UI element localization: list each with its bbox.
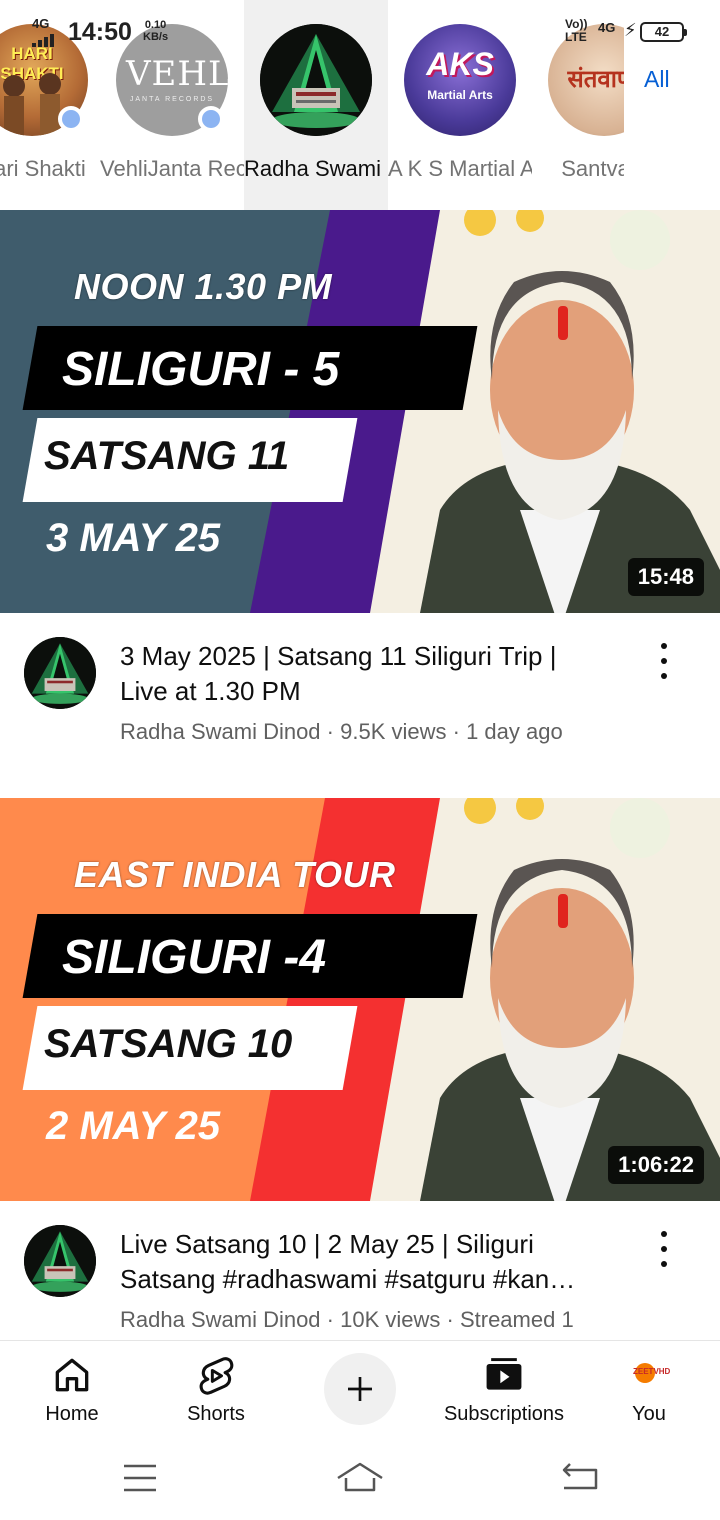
video-duration-badge: 15:48 <box>627 558 704 596</box>
view-count: 10K views <box>340 1307 441 1332</box>
video-thumbnail[interactable]: NOON 1.30 PM SILIGURI - 5 SATSANG 11 3 M… <box>0 210 720 613</box>
channel-avatar[interactable] <box>24 637 96 709</box>
nav-subscriptions[interactable]: Subscriptions <box>434 1341 574 1441</box>
channel-avatar: AKS Martial Arts <box>404 24 516 136</box>
channel-avatar <box>260 24 372 136</box>
thumbnail-line2: SATSANG 10 <box>44 1022 293 1066</box>
new-content-dot <box>58 106 84 132</box>
channel-name: VehliJanta Records <box>100 156 244 181</box>
create-button[interactable] <box>324 1353 396 1425</box>
nav-shorts-label: Shorts <box>187 1403 245 1425</box>
thumbnail-tag: NOON 1.30 PM <box>74 266 333 307</box>
home-icon <box>55 1358 89 1392</box>
video-duration-badge: 1:06:22 <box>608 1146 704 1184</box>
pyramid-logo-icon <box>24 637 96 709</box>
thumbnail-line2: SATSANG 11 <box>44 434 290 478</box>
channel-chip-hari-shakti[interactable]: HARI SHAKTI Hari Shakti <box>0 0 104 210</box>
nav-you[interactable]: ZEETVHD You <box>604 1341 694 1441</box>
nav-home[interactable]: Home <box>22 1341 122 1441</box>
shorts-icon <box>199 1357 234 1395</box>
video-card[interactable]: EAST INDIA TOUR SILIGURI -4 SATSANG 10 2… <box>0 798 720 1358</box>
channel-name: A K S Martial Arts <box>388 156 532 181</box>
account-avatar: ZEETVHD <box>629 1353 670 1393</box>
subscriptions-icon <box>486 1358 522 1390</box>
pyramid-logo-icon <box>24 1225 96 1297</box>
all-channels-link[interactable]: All <box>644 66 670 93</box>
video-subtitle: Radha Swami Dinod · 10K views · Streamed… <box>120 1307 574 1332</box>
channel-chip-radha-swami-dinod[interactable]: Radha Swami Dinod <box>244 0 388 210</box>
view-count: 9.5K views <box>340 719 447 744</box>
menu-icon[interactable] <box>112 1456 168 1500</box>
all-channels-area <box>624 0 720 210</box>
channel-chip-aks-martial-arts[interactable]: AKS Martial Arts A K S Martial Arts <box>388 0 532 210</box>
channel-name: Hari Shakti <box>0 156 86 181</box>
video-subtitle: Radha Swami Dinod · 9.5K views · 1 day a… <box>120 719 563 744</box>
video-thumbnail[interactable]: EAST INDIA TOUR SILIGURI -4 SATSANG 10 2… <box>0 798 720 1201</box>
thumbnail-line1: SILIGURI - 5 <box>62 343 340 396</box>
bottom-navigation: Home Shorts Subscriptions ZEETVHD You <box>0 1340 720 1440</box>
video-card[interactable]: NOON 1.30 PM SILIGURI - 5 SATSANG 11 3 M… <box>0 210 720 770</box>
system-home-icon[interactable] <box>332 1456 388 1500</box>
thumbnail-date: 2 MAY 25 <box>46 1104 221 1148</box>
channel-avatar[interactable] <box>24 1225 96 1297</box>
more-vert-icon[interactable] <box>648 639 680 683</box>
video-title[interactable]: Live Satsang 10 | 2 May 25 | Siliguri Sa… <box>120 1227 630 1297</box>
channel-name: Radha Swami Dinod <box>244 156 388 181</box>
video-meta: Live Satsang 10 | 2 May 25 | Siliguri Sa… <box>0 1201 720 1351</box>
system-navigation-bar <box>0 1440 720 1520</box>
nav-home-label: Home <box>45 1403 99 1425</box>
thumbnail-line1: SILIGURI -4 <box>62 931 327 984</box>
pyramid-logo-icon <box>260 24 372 136</box>
channel-chip-vehlijanta[interactable]: VEHLI JANTA RECORDS VehliJanta Records <box>100 0 244 210</box>
more-vert-icon[interactable] <box>648 1227 680 1271</box>
upload-age: 1 day ago <box>466 719 563 744</box>
video-title[interactable]: 3 May 2025 | Satsang 11 Siliguri Trip | … <box>120 639 630 709</box>
upload-age: Streamed 1 <box>459 1307 574 1332</box>
channel-name: Radha Swami Dinod <box>120 1307 321 1332</box>
new-content-dot <box>198 106 224 132</box>
nav-you-label: You <box>632 1403 666 1425</box>
subscriptions-channel-strip: HARI SHAKTI Hari Shakti VEHLI JANTA RECO… <box>0 0 720 210</box>
back-icon[interactable] <box>552 1456 608 1500</box>
video-meta: 3 May 2025 | Satsang 11 Siliguri Trip | … <box>0 613 720 763</box>
thumbnail-tag: EAST INDIA TOUR <box>74 854 396 895</box>
channel-name: Radha Swami Dinod <box>120 719 321 744</box>
create-plus-icon <box>348 1377 372 1401</box>
nav-subscriptions-label: Subscriptions <box>443 1403 565 1425</box>
nav-shorts[interactable]: Shorts <box>166 1341 266 1441</box>
thumbnail-date: 3 MAY 25 <box>46 516 221 560</box>
